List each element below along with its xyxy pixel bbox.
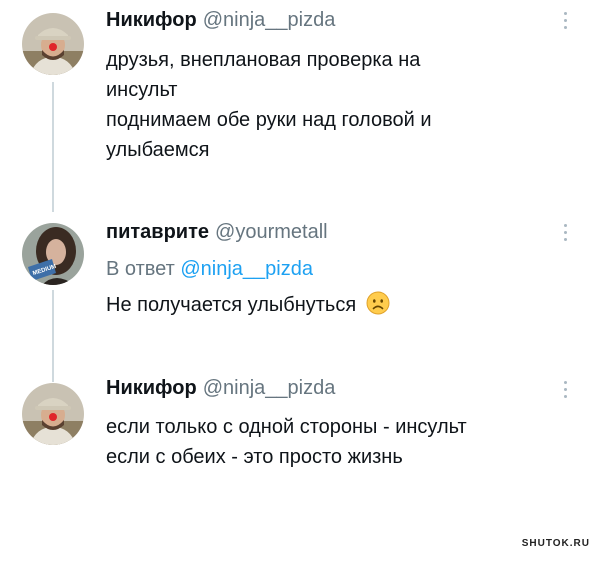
reply-prefix: В ответ — [106, 258, 175, 280]
tweet-line: улыбаемся — [106, 139, 210, 161]
avatar[interactable] — [22, 13, 84, 75]
avatar[interactable]: MEDIUM — [22, 223, 84, 285]
site-watermark: SHUTOK.RU — [521, 538, 590, 549]
user-avatar-icon — [22, 383, 84, 445]
tweet-text: Не получается улыбнуться — [106, 290, 390, 320]
author-name[interactable]: Никифор — [106, 377, 197, 399]
reply-context: В ответ @ninja__pizda — [106, 258, 313, 281]
tweet-header: питаврите @yourmetall — [106, 221, 328, 244]
user-avatar-icon — [22, 13, 84, 75]
tweet-header: Никифор @ninja__pizda — [106, 377, 335, 400]
author-handle[interactable]: @ninja__pizda — [203, 9, 336, 31]
avatar[interactable] — [22, 383, 84, 445]
tweet-text: если только с одной стороны - инсульт ес… — [106, 412, 467, 472]
tweet-text: друзья, внеплановая проверка на инсульт … — [106, 45, 432, 165]
author-handle[interactable]: @yourmetall — [215, 221, 328, 243]
author-name[interactable]: Никифор — [106, 9, 197, 31]
author-handle[interactable]: @ninja__pizda — [203, 377, 336, 399]
tweet-1[interactable]: Никифор @ninja__pizda друзья, внеплановая… — [0, 0, 600, 200]
more-options-icon[interactable] — [562, 224, 568, 241]
tweet-line: инсульт — [106, 79, 178, 101]
more-options-icon[interactable] — [562, 12, 568, 29]
tweet-line: Не получается улыбнуться — [106, 294, 357, 316]
user-avatar-icon: MEDIUM — [22, 223, 84, 285]
tweet-header: Никифор @ninja__pizda — [106, 9, 335, 32]
author-name[interactable]: питаврите — [106, 221, 209, 243]
tweet-line: если с обеих - это просто жизнь — [106, 446, 403, 468]
tweet-line: друзья, внеплановая проверка на — [106, 49, 421, 71]
tweet-2[interactable]: MEDIUM питаврите @yourmetall В ответ @nin… — [0, 210, 600, 330]
tweet-line: поднимаем обе руки над головой и — [106, 109, 432, 131]
more-options-icon[interactable] — [562, 381, 568, 398]
frowning-face-icon — [366, 291, 390, 315]
tweet-3[interactable]: Никифор @ninja__pizda если только с одной… — [0, 372, 600, 482]
reply-handle-link[interactable]: @ninja__pizda — [180, 258, 313, 280]
tweet-line: если только с одной стороны - инсульт — [106, 416, 467, 438]
